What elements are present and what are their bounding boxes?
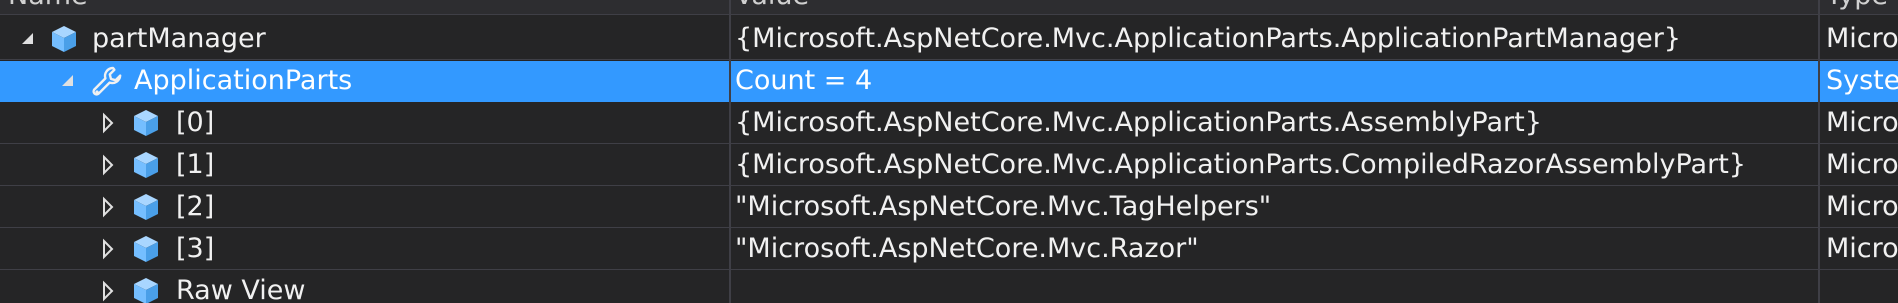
expand-arrow-icon[interactable] [100, 187, 120, 227]
row-name: Raw View [176, 275, 306, 303]
expand-arrow-icon[interactable] [100, 271, 120, 303]
watch-window: Name Value Type partManager {Microsoft.As… [0, 0, 1898, 303]
column-divider-name-value[interactable] [729, 0, 731, 303]
value-cell[interactable]: "Microsoft.AspNetCore.Mvc.Razor" [735, 229, 1815, 270]
expand-arrow-icon[interactable] [100, 229, 120, 269]
name-cell: [2] [0, 187, 728, 228]
row-name: [2] [176, 191, 215, 222]
expand-arrow-icon[interactable] [100, 145, 120, 185]
row-name: ApplicationParts [134, 65, 353, 96]
object-cube-icon [130, 149, 162, 181]
name-cell: partManager [0, 19, 728, 60]
column-header-type[interactable]: Type [1826, 0, 1898, 14]
object-cube-icon [48, 23, 80, 55]
watch-row[interactable]: [3] "Microsoft.AspNetCore.Mvc.Razor" Micro [0, 229, 1898, 270]
value-cell[interactable]: {Microsoft.AspNetCore.Mvc.ApplicationPar… [735, 145, 1815, 186]
object-cube-icon [130, 107, 162, 139]
collapse-arrow-icon[interactable] [20, 19, 40, 59]
object-cube-icon [130, 233, 162, 265]
watch-row[interactable]: Raw View [0, 271, 1898, 303]
name-cell: [3] [0, 229, 728, 270]
value-cell[interactable]: {Microsoft.AspNetCore.Mvc.ApplicationPar… [735, 19, 1815, 60]
object-cube-icon [130, 275, 162, 303]
watch-row[interactable]: [1] {Microsoft.AspNetCore.Mvc.Application… [0, 145, 1898, 186]
row-name: [3] [176, 233, 215, 264]
name-cell: Raw View [0, 271, 728, 303]
watch-row[interactable]: [2] "Microsoft.AspNetCore.Mvc.TagHelpers"… [0, 187, 1898, 228]
watch-row[interactable]: ApplicationParts Count = 4 Syster [0, 61, 1898, 102]
name-cell: [0] [0, 103, 728, 144]
column-header-bar: Name Value Type [0, 0, 1898, 15]
name-cell: ApplicationParts [0, 61, 728, 102]
value-cell[interactable]: "Microsoft.AspNetCore.Mvc.TagHelpers" [735, 187, 1815, 228]
expand-arrow-icon[interactable] [100, 103, 120, 143]
watch-row[interactable]: [0] {Microsoft.AspNetCore.Mvc.Application… [0, 103, 1898, 144]
value-cell[interactable] [735, 271, 1815, 303]
wrench-property-icon [90, 65, 122, 97]
column-divider-value-type[interactable] [1818, 0, 1820, 303]
type-cell: Micro [1826, 233, 1898, 264]
name-cell: [1] [0, 145, 728, 186]
value-cell[interactable]: Count = 4 [735, 61, 1815, 102]
watch-row[interactable]: partManager {Microsoft.AspNetCore.Mvc.App… [0, 19, 1898, 60]
type-cell: Micro [1826, 149, 1898, 180]
row-name: [0] [176, 107, 215, 138]
type-cell: Syster [1826, 65, 1898, 96]
type-cell: Micro [1826, 23, 1898, 54]
value-cell[interactable]: {Microsoft.AspNetCore.Mvc.ApplicationPar… [735, 103, 1815, 144]
row-name: partManager [92, 23, 266, 54]
collapse-arrow-icon[interactable] [60, 61, 80, 101]
column-header-name[interactable]: Name [8, 0, 708, 14]
row-name: [1] [176, 149, 215, 180]
type-cell: Micro [1826, 191, 1898, 222]
type-cell [1826, 271, 1898, 303]
object-cube-icon [130, 191, 162, 223]
column-header-value[interactable]: Value [735, 0, 1735, 14]
type-cell: Micro [1826, 107, 1898, 138]
